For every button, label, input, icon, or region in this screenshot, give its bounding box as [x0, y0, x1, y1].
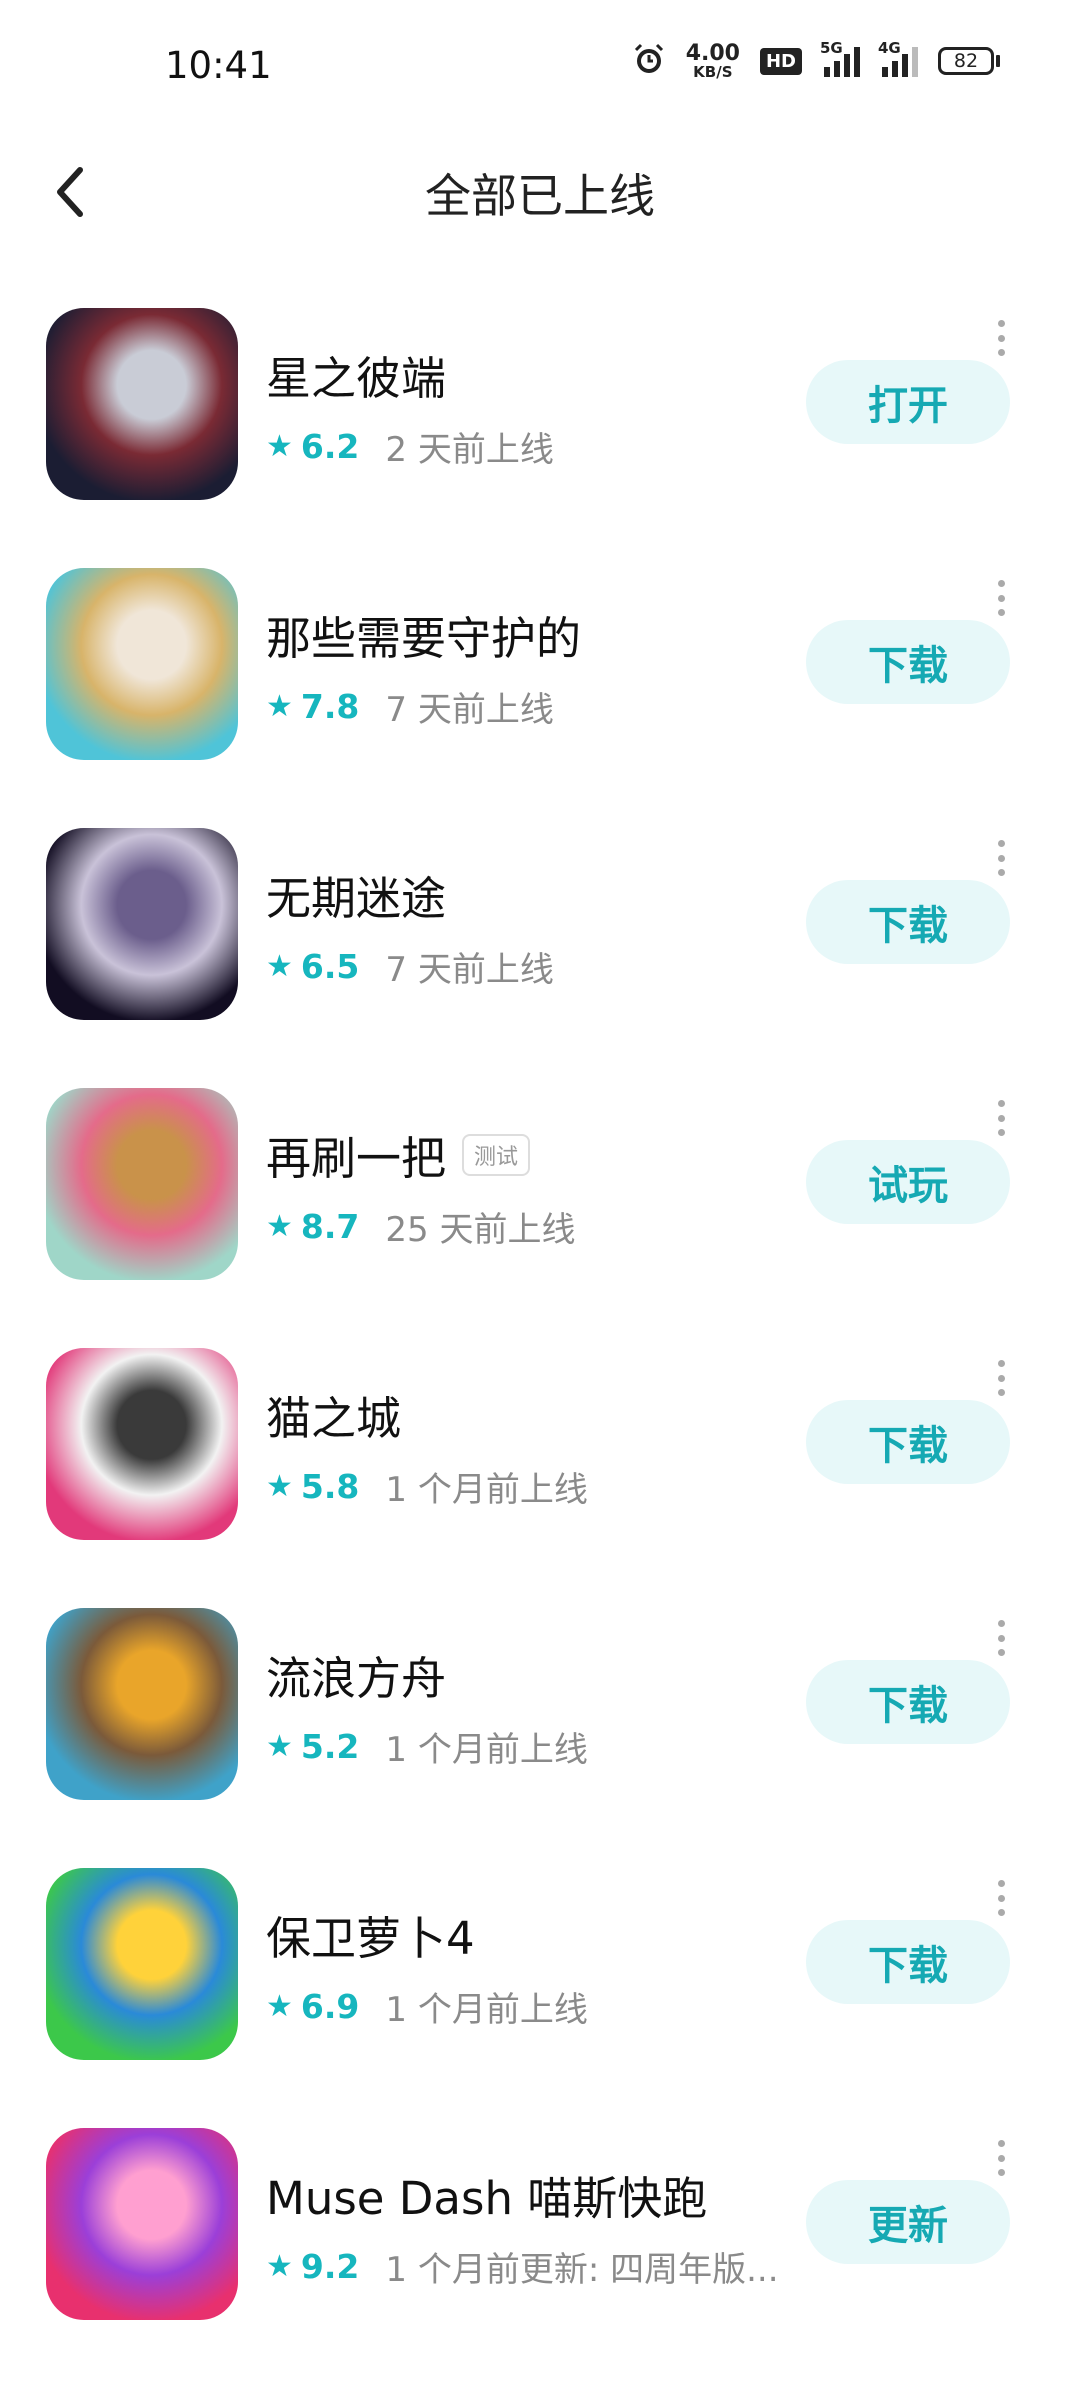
- app-rating: 7.8: [300, 687, 360, 726]
- list-item[interactable]: 星之彼端 ★ 6.2 2 天前上线 打开: [0, 300, 1080, 560]
- more-options-icon[interactable]: [996, 1620, 1006, 1656]
- more-options-icon[interactable]: [996, 1360, 1006, 1396]
- release-time: 7 天前上线: [385, 690, 554, 730]
- net-speed-value: 4.00: [685, 40, 740, 66]
- star-icon: ★: [266, 2249, 293, 2284]
- test-badge: 测试: [462, 1133, 531, 1176]
- app-icon[interactable]: [46, 1868, 238, 2060]
- list-item[interactable]: 无期迷途 ★ 6.5 7 天前上线 下载: [0, 820, 1080, 1080]
- more-options-icon[interactable]: [996, 580, 1006, 616]
- net-speed-unit: KB/S: [693, 62, 733, 81]
- app-name: 那些需要守护的: [266, 612, 582, 665]
- signal-5g-label: 5G: [820, 39, 843, 57]
- app-rating: 6.2: [300, 427, 360, 466]
- app-rating: 9.2: [300, 2247, 360, 2286]
- app-name: Muse Dash 喵斯快跑: [266, 2172, 708, 2225]
- more-options-icon[interactable]: [996, 840, 1006, 876]
- open-button[interactable]: 打开: [806, 360, 1010, 444]
- star-icon: ★: [266, 689, 293, 724]
- app-rating: 8.7: [300, 1207, 360, 1246]
- list-item[interactable]: 再刷一把 测试 ★ 8.7 25 天前上线 试玩: [0, 1080, 1080, 1340]
- star-icon: ★: [266, 429, 293, 464]
- hd-voice-icon: HD: [759, 47, 802, 75]
- app-icon[interactable]: [46, 1608, 238, 1800]
- star-icon: ★: [266, 1729, 293, 1764]
- app-icon[interactable]: [46, 568, 238, 760]
- more-options-icon[interactable]: [996, 1100, 1006, 1136]
- more-options-icon[interactable]: [996, 1880, 1006, 1916]
- signal-4g-icon: 4G: [878, 39, 918, 77]
- release-time: 1 个月前上线: [385, 1990, 588, 2030]
- app-icon[interactable]: [46, 2128, 238, 2320]
- app-icon[interactable]: [46, 1348, 238, 1540]
- battery-icon: 82: [938, 47, 1000, 75]
- release-time: 1 个月前上线: [385, 1730, 588, 1770]
- release-time: 1 个月前上线: [385, 1470, 588, 1510]
- app-name: 猫之城: [266, 1392, 402, 1445]
- top-bar: 全部已上线: [0, 140, 1080, 250]
- star-icon: ★: [266, 1989, 293, 2024]
- list-item[interactable]: Muse Dash 喵斯快跑 ★ 9.2 1 个月前更新: 四周年版... 更新: [0, 2120, 1080, 2380]
- status-time: 10:41: [165, 44, 272, 87]
- star-icon: ★: [266, 1209, 293, 1244]
- app-rating: 5.8: [300, 1467, 360, 1506]
- status-bar: 10:41 4.00 KB/S HD 5G 4G 82: [0, 0, 1080, 130]
- app-name: 再刷一把: [266, 1132, 447, 1185]
- status-icons: 4.00 KB/S HD 5G 4G 82: [632, 39, 1000, 81]
- signal-4g-label: 4G: [878, 39, 901, 57]
- more-options-icon[interactable]: [996, 320, 1006, 356]
- app-rating: 6.9: [300, 1987, 360, 2026]
- release-time: 25 天前上线: [385, 1210, 576, 1250]
- app-rating: 6.5: [300, 947, 360, 986]
- download-button[interactable]: 下载: [806, 1660, 1010, 1744]
- star-icon: ★: [266, 1469, 293, 1504]
- app-icon[interactable]: [46, 308, 238, 500]
- alarm-icon: [632, 42, 666, 80]
- app-name: 流浪方舟: [266, 1652, 447, 1705]
- release-time: 2 天前上线: [385, 430, 554, 470]
- release-time: 7 天前上线: [385, 950, 554, 990]
- app-name: 保卫萝卜4: [266, 1912, 475, 1965]
- more-options-icon[interactable]: [996, 2140, 1006, 2176]
- download-button[interactable]: 下载: [806, 1400, 1010, 1484]
- battery-level: 82: [938, 47, 994, 75]
- download-button[interactable]: 下载: [806, 880, 1010, 964]
- release-time: 1 个月前更新: 四周年版...: [385, 2250, 779, 2290]
- try-play-button[interactable]: 试玩: [806, 1140, 1010, 1224]
- download-button[interactable]: 下载: [806, 1920, 1010, 2004]
- app-name: 星之彼端: [266, 352, 447, 405]
- app-name: 无期迷途: [266, 872, 447, 925]
- net-speed: 4.00 KB/S: [685, 40, 740, 81]
- list-item[interactable]: 那些需要守护的 ★ 7.8 7 天前上线 下载: [0, 560, 1080, 820]
- list-item[interactable]: 流浪方舟 ★ 5.2 1 个月前上线 下载: [0, 1600, 1080, 1860]
- app-icon[interactable]: [46, 1088, 238, 1280]
- download-button[interactable]: 下载: [806, 620, 1010, 704]
- list-item[interactable]: 保卫萝卜4 ★ 6.9 1 个月前上线 下载: [0, 1860, 1080, 2120]
- app-icon[interactable]: [46, 828, 238, 1020]
- page-title: 全部已上线: [425, 169, 655, 223]
- list-item[interactable]: 猫之城 ★ 5.8 1 个月前上线 下载: [0, 1340, 1080, 1600]
- app-rating: 5.2: [300, 1727, 360, 1766]
- star-icon: ★: [266, 949, 293, 984]
- signal-5g-icon: 5G: [820, 39, 860, 77]
- update-button[interactable]: 更新: [806, 2180, 1010, 2264]
